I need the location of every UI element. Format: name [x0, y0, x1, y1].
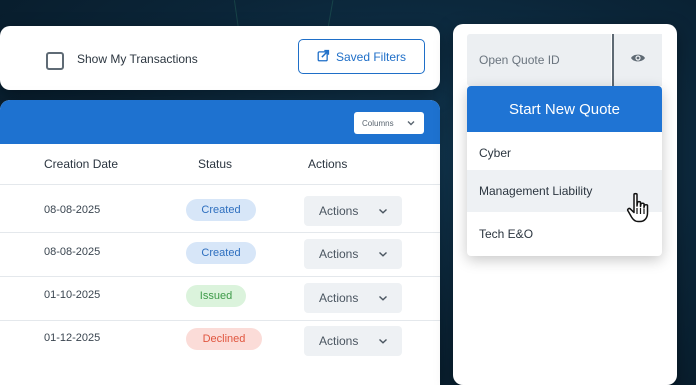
- column-header-actions: Actions: [308, 157, 348, 171]
- saved-filters-button[interactable]: Saved Filters: [298, 39, 425, 74]
- cell-creation-date: 08-08-2025: [44, 204, 101, 216]
- chevron-down-icon: [378, 336, 388, 346]
- new-quote-dropdown: Start New Quote Cyber Management Liabili…: [467, 86, 662, 256]
- status-badge: Created: [186, 199, 256, 221]
- show-my-transactions-checkbox[interactable]: [46, 52, 64, 70]
- share-external-icon: [317, 49, 330, 65]
- chevron-down-icon: [378, 206, 388, 216]
- row-divider: [0, 184, 440, 185]
- show-my-transactions-label: Show My Transactions: [77, 52, 198, 66]
- status-badge: Created: [186, 242, 256, 264]
- start-new-quote-button[interactable]: Start New Quote: [467, 86, 662, 132]
- cell-creation-date: 01-12-2025: [44, 332, 101, 344]
- column-header-creation-date[interactable]: Creation Date: [44, 157, 118, 171]
- chevron-down-icon: [378, 249, 388, 259]
- cell-creation-date: 08-08-2025: [44, 246, 101, 258]
- actions-label: Actions: [319, 204, 359, 218]
- eye-icon: [630, 50, 646, 71]
- actions-dropdown[interactable]: Actions: [304, 239, 402, 269]
- transactions-table: Columns Creation Date Status Actions 08-…: [0, 100, 440, 385]
- column-header-status[interactable]: Status: [198, 157, 232, 171]
- actions-dropdown[interactable]: Actions: [304, 326, 402, 356]
- saved-filters-label: Saved Filters: [335, 49, 407, 64]
- actions-label: Actions: [319, 247, 359, 261]
- columns-label: Columns: [362, 118, 394, 128]
- status-badge: Declined: [186, 328, 262, 350]
- menu-item-cyber[interactable]: Cyber: [467, 132, 662, 174]
- chevron-down-icon: [378, 293, 388, 303]
- chevron-down-icon: [406, 118, 416, 128]
- table-toolbar: Columns: [0, 100, 440, 144]
- open-quote-button[interactable]: [612, 34, 662, 86]
- actions-label: Actions: [319, 334, 359, 348]
- actions-label: Actions: [319, 291, 359, 305]
- status-badge: Issued: [186, 285, 246, 307]
- background-streak: [327, 0, 334, 28]
- cell-creation-date: 01-10-2025: [44, 289, 101, 301]
- open-quote-id-input[interactable]: Open Quote ID: [467, 34, 611, 86]
- actions-dropdown[interactable]: Actions: [304, 283, 402, 313]
- row-divider: [0, 232, 440, 233]
- hand-pointer-icon: [626, 192, 652, 224]
- columns-dropdown[interactable]: Columns: [354, 112, 424, 134]
- row-divider: [0, 320, 440, 321]
- actions-dropdown[interactable]: Actions: [304, 196, 402, 226]
- row-divider: [0, 276, 440, 277]
